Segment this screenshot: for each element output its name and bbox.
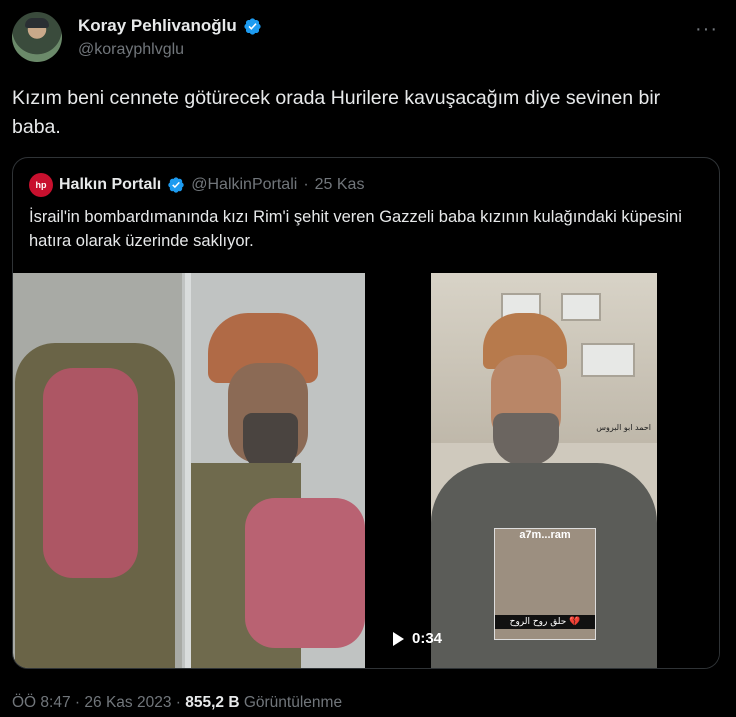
inset-label: a7m...ram	[519, 529, 571, 541]
quoted-verified-badge-icon	[168, 177, 184, 193]
video-duration: 0:34	[412, 630, 443, 647]
quoted-media[interactable]: احمد ابو البروس a7m...ram حلق روح الروح …	[13, 273, 719, 668]
author-avatar[interactable]	[12, 12, 62, 62]
father-beard-3	[493, 413, 559, 465]
play-icon[interactable]	[393, 631, 404, 646]
quoted-tweet[interactable]: hp Halkın Portalı @HalkinPortali · 25 Ka…	[12, 157, 720, 669]
tweet-text: Kızım beni cennete götürecek orada Huril…	[12, 87, 661, 138]
inset-caption: حلق روح الروح 💔	[495, 615, 595, 629]
meta-separator: ·	[74, 694, 81, 711]
video-duration-badge[interactable]: 0:34	[393, 630, 442, 647]
quoted-tweet-header: hp Halkın Portalı @HalkinPortali · 25 Ka…	[29, 173, 364, 197]
building-window	[561, 293, 601, 321]
quoted-author-name[interactable]: Halkın Portalı	[59, 176, 161, 194]
quoted-separator: ·	[303, 176, 309, 193]
overlay-arabic-text: احمد ابو البروس	[596, 423, 651, 432]
media-image-left[interactable]	[13, 273, 365, 668]
author-name-row: Koray Pehlivanoğlu	[78, 16, 262, 36]
child-figure-2	[245, 498, 365, 648]
tweet-meta: ÖÖ 8:47 · 26 Kas 2023 · 855,2 B Görüntül…	[12, 694, 342, 712]
tweet-date[interactable]: 26 Kas 2023	[84, 694, 171, 711]
quoted-author-avatar[interactable]: hp	[29, 173, 53, 197]
author-handle[interactable]: @korayphlvglu	[78, 41, 184, 59]
building-window	[581, 343, 635, 377]
meta-separator: ·	[175, 694, 181, 711]
author-name[interactable]: Koray Pehlivanoğlu	[78, 16, 237, 36]
child-figure-1	[43, 368, 138, 578]
views-label: Görüntülenme	[243, 694, 343, 711]
inset-photo: a7m...ram حلق روح الروح 💔	[494, 528, 596, 640]
tweet-time[interactable]: ÖÖ 8:47	[12, 694, 71, 711]
quoted-author-handle[interactable]: @HalkinPortali	[191, 176, 297, 194]
quoted-tweet-text: İsrail'in bombardımanında kızı Rim'i şeh…	[29, 208, 682, 250]
verified-badge-icon	[244, 17, 261, 35]
quoted-date[interactable]: 25 Kas	[315, 176, 365, 194]
more-options-icon[interactable]: ···	[695, 18, 718, 41]
views-count: 855,2 B	[185, 694, 240, 711]
tweet-header: Koray Pehlivanoğlu @korayphlvglu ···	[12, 12, 724, 68]
media-video-thumbnail[interactable]: احمد ابو البروس a7m...ram حلق روح الروح …	[431, 273, 657, 668]
